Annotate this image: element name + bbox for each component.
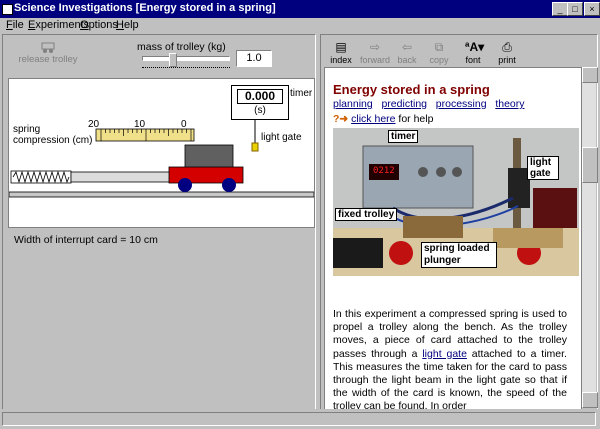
copy-icon: ⧉ — [434, 40, 444, 54]
minimize-button[interactable]: _ — [552, 2, 568, 16]
ruler-tick-label: 10 — [134, 119, 146, 130]
doc-nav-links: planning predicting processing theory — [333, 98, 525, 110]
font-icon: ªA▾ — [465, 40, 485, 54]
click-here-link[interactable]: click here — [351, 113, 395, 125]
status-bar — [0, 409, 600, 429]
light-gate-label: light gate — [261, 132, 302, 143]
spring-label: spring — [13, 124, 41, 135]
mass-slider[interactable] — [140, 53, 232, 70]
window-title: Science Investigations [Energy stored in… — [14, 2, 276, 14]
font-button[interactable]: ªA▾ font — [456, 40, 490, 65]
release-icon — [41, 42, 55, 53]
simulation-canvas: 0.000 (s) timer light gate spring compre… — [8, 78, 315, 228]
forward-icon: ⇨ — [369, 40, 381, 54]
status-panel — [2, 412, 596, 426]
help-line: ?➜ click here for help — [333, 113, 434, 125]
menu-bar: File Experiments Options Help — [0, 18, 600, 33]
link-theory[interactable]: theory — [495, 98, 524, 110]
ruler-tick-label: 20 — [88, 119, 100, 130]
mass-label: mass of trolley (kg) — [137, 41, 226, 53]
menu-help[interactable]: Help — [116, 19, 139, 31]
close-button[interactable]: × — [584, 2, 600, 16]
scroll-down-arrow[interactable] — [582, 392, 598, 408]
scroll-up-arrow[interactable] — [582, 67, 598, 83]
timer-display: 0.000 — [237, 89, 283, 104]
index-button[interactable]: ▤ index — [324, 40, 358, 65]
doc-heading: Energy stored in a spring — [333, 82, 490, 97]
photo-label-fixed-trolley: fixed trolley — [335, 208, 398, 221]
compression-label: compression (cm) — [13, 135, 93, 146]
photo-label-light-gate: light gate — [527, 156, 559, 180]
print-icon: ⎙ — [502, 40, 512, 54]
help-toolbar: ▤ index ⇨ forward ⇦ back ⧉ copy ªA▾ font ⎙ pri… — [322, 36, 572, 66]
doc-paragraph: In this experiment a compressed spring i… — [333, 308, 567, 410]
menu-file[interactable]: File — [6, 19, 24, 31]
index-icon: ▤ — [335, 40, 347, 54]
slider-thumb[interactable] — [169, 53, 178, 67]
timer-label: timer — [290, 88, 313, 99]
link-planning[interactable]: planning — [333, 98, 373, 110]
photo-label-timer: timer — [388, 130, 419, 143]
back-icon: ⇦ — [401, 40, 413, 54]
forward-button[interactable]: ⇨ forward — [358, 40, 392, 65]
slider-ticks — [142, 67, 230, 70]
timer-box: 0.000 (s) — [231, 85, 289, 120]
photo-label-plunger: spring loaded plunger — [421, 242, 497, 268]
link-processing[interactable]: processing — [436, 98, 487, 110]
help-question-icon: ?➜ — [333, 113, 349, 125]
title-bar: Science Investigations [Energy stored in… — [0, 0, 600, 18]
light-gate-link[interactable]: light gate — [422, 348, 467, 360]
help-document: Energy stored in a spring planning predi… — [324, 67, 582, 410]
link-predicting[interactable]: predicting — [381, 98, 427, 110]
scroll-thumb[interactable] — [582, 147, 598, 183]
print-button[interactable]: ⎙ print — [490, 40, 524, 65]
maximize-button[interactable]: □ — [567, 2, 583, 16]
photo-timer-display: 0212 — [373, 166, 395, 176]
mass-value-field[interactable]: 1.0 — [236, 50, 272, 67]
copy-button[interactable]: ⧉ copy — [422, 40, 456, 65]
interrupt-card-text: Width of interrupt card = 10 cm — [14, 234, 158, 246]
slider-track — [142, 56, 230, 61]
timer-unit: (s) — [254, 105, 266, 116]
release-trolley-button[interactable]: release trolley — [18, 40, 78, 65]
menu-options[interactable]: Options — [80, 19, 118, 31]
ruler-tick-label: 0 — [181, 119, 187, 130]
help-scrollbar[interactable] — [581, 67, 598, 408]
app-icon[interactable] — [2, 4, 13, 15]
back-button[interactable]: ⇦ back — [390, 40, 424, 65]
apparatus-photo: 0212 timer light gate fixed trolley spri… — [333, 128, 579, 276]
